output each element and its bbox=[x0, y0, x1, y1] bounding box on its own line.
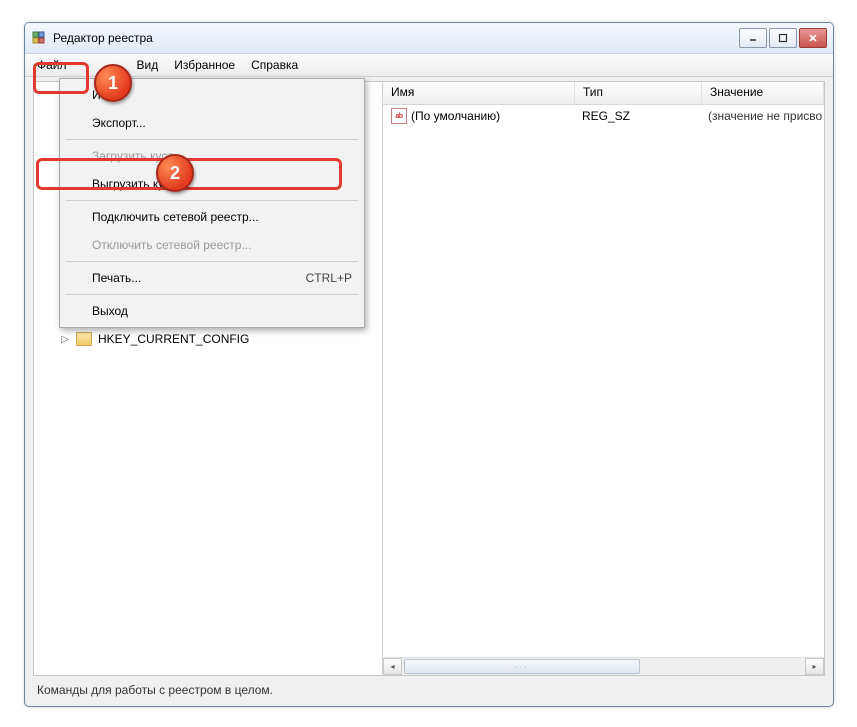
column-value[interactable]: Значение bbox=[702, 82, 824, 104]
window-title: Редактор реестра bbox=[53, 31, 153, 45]
menu-separator bbox=[66, 139, 358, 140]
column-name[interactable]: Имя bbox=[383, 82, 575, 104]
menu-separator bbox=[66, 200, 358, 201]
app-window: Редактор реестра Файл ка Вид Избранное С… bbox=[24, 22, 834, 707]
file-menu-disconnect-network: Отключить сетевой реестр... bbox=[62, 231, 362, 259]
folder-icon bbox=[76, 332, 92, 346]
column-type[interactable]: Тип bbox=[575, 82, 702, 104]
close-button[interactable] bbox=[799, 28, 827, 48]
menu-help[interactable]: Справка bbox=[243, 56, 306, 74]
file-menu-export[interactable]: Экспорт... bbox=[62, 109, 362, 137]
menu-separator bbox=[66, 261, 358, 262]
menubar: Файл ка Вид Избранное Справка bbox=[25, 54, 833, 77]
app-icon bbox=[31, 30, 47, 46]
horizontal-scrollbar[interactable]: ◂ ∙∙∙ ▸ bbox=[383, 657, 824, 675]
statusbar: Команды для работы с реестром в целом. bbox=[33, 680, 825, 700]
scroll-left-button[interactable]: ◂ bbox=[383, 658, 402, 675]
file-menu-import[interactable]: И bbox=[62, 81, 362, 109]
maximize-button[interactable] bbox=[769, 28, 797, 48]
titlebar[interactable]: Редактор реестра bbox=[25, 23, 833, 54]
statusbar-text: Команды для работы с реестром в целом. bbox=[37, 683, 273, 697]
tree-item-label: HKEY_CURRENT_CONFIG bbox=[98, 332, 249, 346]
scroll-thumb[interactable]: ∙∙∙ bbox=[404, 659, 640, 674]
tree-expander-icon[interactable]: ▷ bbox=[60, 334, 70, 344]
file-menu-print[interactable]: Печать... CTRL+P bbox=[62, 264, 362, 292]
menu-favorites[interactable]: Избранное bbox=[166, 56, 243, 74]
file-menu-load-hive: Загрузить куст... bbox=[62, 142, 362, 170]
tree-item-hkey-current-config[interactable]: ▷ HKEY_CURRENT_CONFIG bbox=[60, 332, 249, 346]
file-menu-connect-network[interactable]: Подключить сетевой реестр... bbox=[62, 203, 362, 231]
menu-separator bbox=[66, 294, 358, 295]
file-menu-exit[interactable]: Выход bbox=[62, 297, 362, 325]
list-body[interactable]: ab (По умолчанию) REG_SZ (значение не пр… bbox=[383, 105, 824, 657]
file-menu-dropdown: И Экспорт... Загрузить куст... Выгрузить… bbox=[59, 78, 365, 328]
list-row[interactable]: ab (По умолчанию) REG_SZ (значение не пр… bbox=[383, 105, 824, 125]
string-value-icon: ab bbox=[391, 108, 407, 124]
scroll-right-button[interactable]: ▸ bbox=[805, 658, 824, 675]
menu-view[interactable]: Вид bbox=[129, 56, 167, 74]
menu-file[interactable]: Файл bbox=[29, 56, 75, 74]
file-menu-print-shortcut: CTRL+P bbox=[306, 271, 352, 285]
row-name: (По умолчанию) bbox=[411, 109, 500, 123]
file-menu-import-label: И bbox=[92, 88, 101, 102]
list-pane: Имя Тип Значение ab (По умолчанию) REG_S… bbox=[383, 82, 824, 675]
row-value: (значение не присво bbox=[700, 109, 824, 123]
scroll-track[interactable]: ∙∙∙ bbox=[402, 659, 805, 674]
list-header: Имя Тип Значение bbox=[383, 82, 824, 105]
file-menu-unload-hive[interactable]: Выгрузить куст... bbox=[62, 170, 362, 198]
minimize-button[interactable] bbox=[739, 28, 767, 48]
row-type: REG_SZ bbox=[574, 109, 700, 123]
